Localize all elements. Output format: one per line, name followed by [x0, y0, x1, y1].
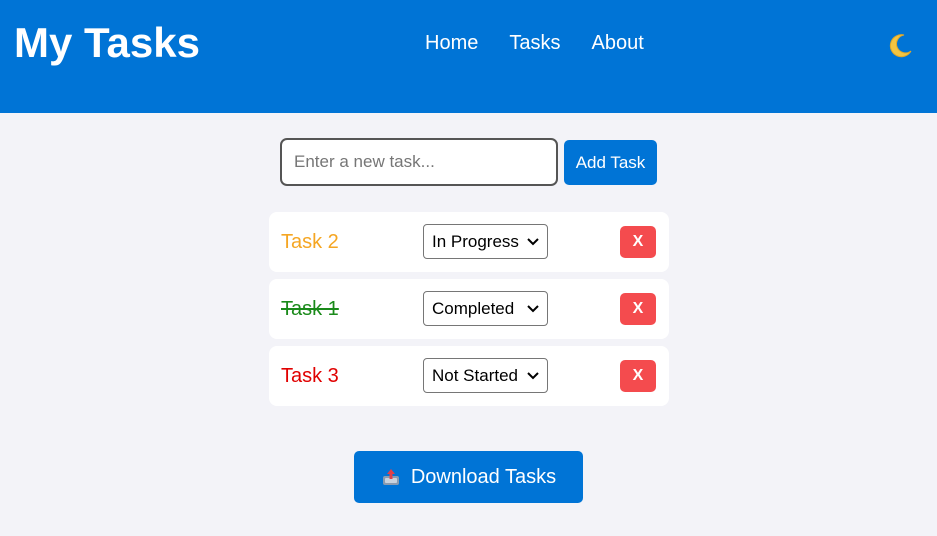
nav-home[interactable]: Home [425, 31, 478, 55]
task-status-value: Completed [432, 298, 515, 318]
task-status-value: Not Started [432, 365, 518, 385]
task-item: Task 2 In Progress X [269, 212, 669, 272]
task-name: Task 1 [281, 298, 339, 320]
chevron-down-icon [527, 304, 539, 312]
nav-tasks[interactable]: Tasks [509, 31, 560, 55]
task-item: Task 1 Completed X [269, 279, 669, 339]
task-status-select[interactable]: Completed [423, 291, 548, 326]
task-name: Task 3 [281, 365, 339, 387]
delete-task-button[interactable]: X [620, 360, 656, 392]
main-nav: Home Tasks About [425, 31, 675, 55]
chevron-down-icon [527, 237, 539, 245]
new-task-input[interactable] [280, 138, 558, 186]
app-title: My Tasks [14, 19, 200, 66]
task-name: Task 2 [281, 231, 339, 253]
task-status-select[interactable]: Not Started [423, 358, 548, 393]
moon-icon [889, 34, 912, 58]
task-item: Task 3 Not Started X [269, 346, 669, 406]
download-tasks-label: Download Tasks [410, 465, 557, 488]
add-task-button[interactable]: Add Task [564, 140, 657, 185]
delete-task-button[interactable]: X [620, 226, 656, 258]
task-status-select[interactable]: In Progress [423, 224, 548, 259]
theme-toggle-button[interactable] [885, 30, 915, 60]
task-list: Task 2 In Progress X Task 1 Completed X … [269, 212, 669, 413]
delete-task-button[interactable]: X [620, 293, 656, 325]
nav-about[interactable]: About [591, 31, 643, 55]
task-status-value: In Progress [432, 231, 519, 251]
outbox-tray-icon [382, 469, 399, 485]
download-tasks-button[interactable]: Download Tasks [354, 451, 583, 503]
app-header: My Tasks Home Tasks About [0, 0, 937, 113]
chevron-down-icon [527, 371, 539, 379]
